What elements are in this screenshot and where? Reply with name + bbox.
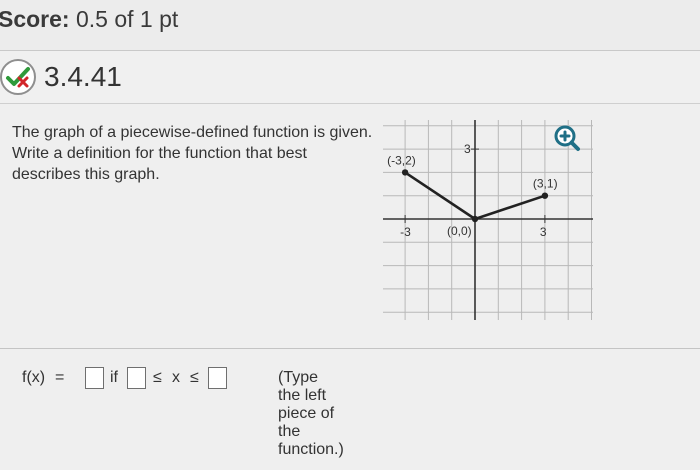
equals-sign: = — [55, 369, 65, 386]
x-tick-label: 3 — [540, 225, 547, 239]
le-sign-2: ≤ — [190, 369, 199, 386]
point-label: (3,1) — [533, 177, 558, 191]
partial-credit-icon — [0, 59, 36, 95]
upper-bound-input[interactable] — [208, 367, 227, 389]
instruction-hint: (Type the left piece of the function.) — [278, 369, 344, 458]
x-tick-label: -3 — [400, 225, 411, 239]
score-text: Score: 0.5 of 1 pt — [0, 6, 178, 33]
function-value-input[interactable] — [85, 367, 104, 389]
question-number: 3.4.41 — [44, 61, 122, 92]
score-value: 0.5 of 1 pt — [75, 6, 179, 32]
question-prompt: The graph of a piecewise-defined functio… — [12, 124, 373, 183]
zoom-in-icon[interactable] — [553, 124, 581, 152]
point-label: (0,0) — [447, 224, 472, 238]
question-content: The graph of a piecewise-defined functio… — [0, 104, 700, 470]
y-tick-label: 3 — [464, 142, 471, 156]
data-point — [541, 192, 549, 199]
lower-bound-input[interactable] — [127, 367, 146, 389]
data-point — [471, 215, 479, 223]
data-point — [401, 169, 409, 176]
fx-label: f(x) — [22, 369, 46, 386]
score-label: Score: — [0, 6, 70, 32]
question-header: 3.4.41 — [0, 51, 700, 104]
if-label: if — [110, 369, 118, 386]
score-bar: Score: 0.5 of 1 pt — [0, 0, 700, 51]
divider — [0, 348, 700, 349]
point-label: (-3,2) — [387, 153, 416, 167]
x-variable: x — [172, 369, 180, 386]
le-sign-1: ≤ — [153, 369, 162, 386]
